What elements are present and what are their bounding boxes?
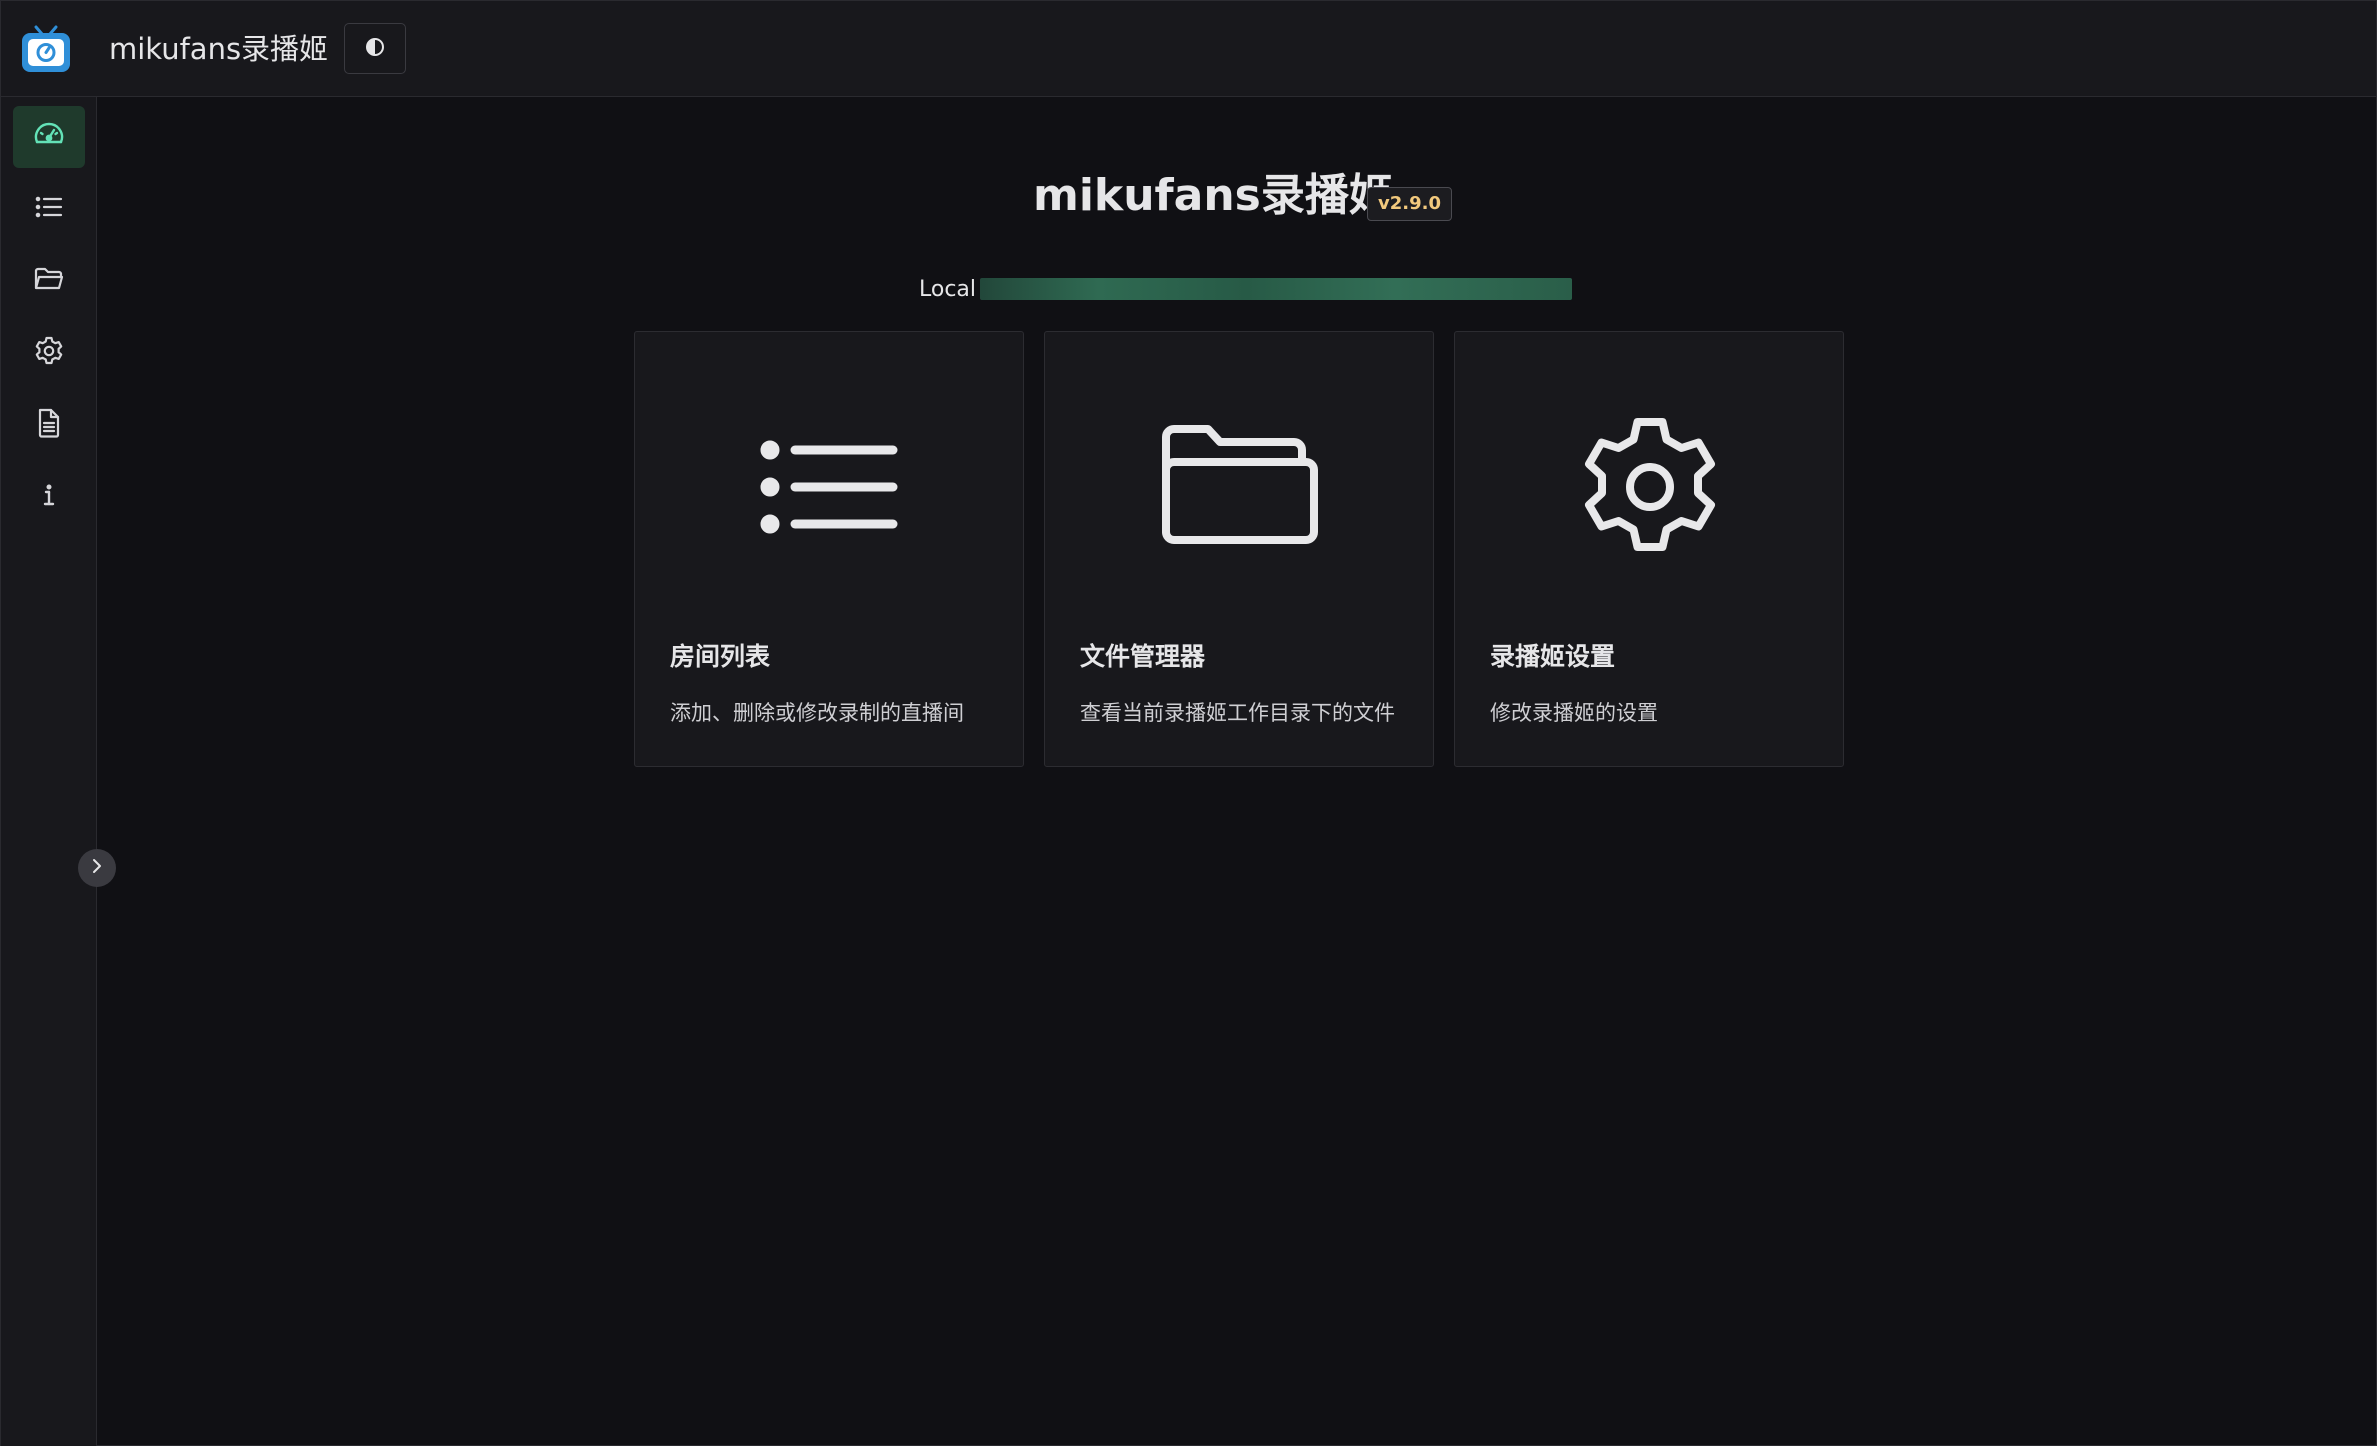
sidebar-item-logs[interactable] bbox=[13, 394, 85, 456]
card-title: 文件管理器 bbox=[1080, 642, 1206, 671]
local-address-row: Local bbox=[919, 274, 1573, 304]
sidebar bbox=[1, 97, 116, 1446]
card-recorder-settings[interactable]: 录播姬设置 修改录播姬的设置 bbox=[1454, 331, 1844, 767]
sidebar-item-files[interactable] bbox=[13, 250, 85, 312]
list-icon bbox=[750, 407, 910, 567]
card-title: 录播姬设置 bbox=[1490, 642, 1616, 671]
main-content: mikufans录播姬 v2.9.0 Local 房间列表 添加、删除或修改录制… bbox=[98, 98, 2377, 1446]
card-title: 房间列表 bbox=[670, 642, 771, 671]
gear-icon bbox=[33, 335, 65, 371]
contrast-icon bbox=[364, 36, 386, 62]
card-file-manager[interactable]: 文件管理器 查看当前录播姬工作目录下的文件 bbox=[1044, 331, 1434, 767]
local-address-link[interactable] bbox=[980, 278, 1573, 300]
list-icon bbox=[34, 192, 64, 226]
theme-toggle-button[interactable] bbox=[344, 23, 406, 74]
version-badge: v2.9.0 bbox=[1367, 187, 1452, 221]
info-icon bbox=[39, 480, 59, 514]
page-title: mikufans录播姬 bbox=[1033, 170, 1393, 221]
app-window: mikufans录播姬 mikufans录播姬 v2.9.0 Local 房间列… bbox=[0, 0, 2377, 1446]
card-room-list[interactable]: 房间列表 添加、删除或修改录制的直播间 bbox=[634, 331, 1024, 767]
app-title: mikufans录播姬 bbox=[109, 32, 329, 66]
document-icon bbox=[35, 407, 63, 443]
sidebar-item-about[interactable] bbox=[13, 466, 85, 528]
dashboard-icon bbox=[32, 118, 66, 156]
sidebar-item-dashboard[interactable] bbox=[13, 106, 85, 168]
sidebar-item-settings[interactable] bbox=[13, 322, 85, 384]
card-description: 修改录播姬的设置 bbox=[1490, 701, 1658, 725]
card-description: 添加、删除或修改录制的直播间 bbox=[670, 701, 964, 725]
gear-icon bbox=[1570, 407, 1730, 567]
card-description: 查看当前录播姬工作目录下的文件 bbox=[1080, 701, 1395, 725]
folder-icon bbox=[1160, 407, 1320, 567]
sidebar-item-rooms[interactable] bbox=[13, 178, 85, 240]
local-label: Local bbox=[919, 276, 977, 302]
top-header: mikufans录播姬 bbox=[1, 1, 2376, 97]
tv-logo-icon bbox=[20, 24, 72, 74]
folder-icon bbox=[33, 264, 65, 298]
